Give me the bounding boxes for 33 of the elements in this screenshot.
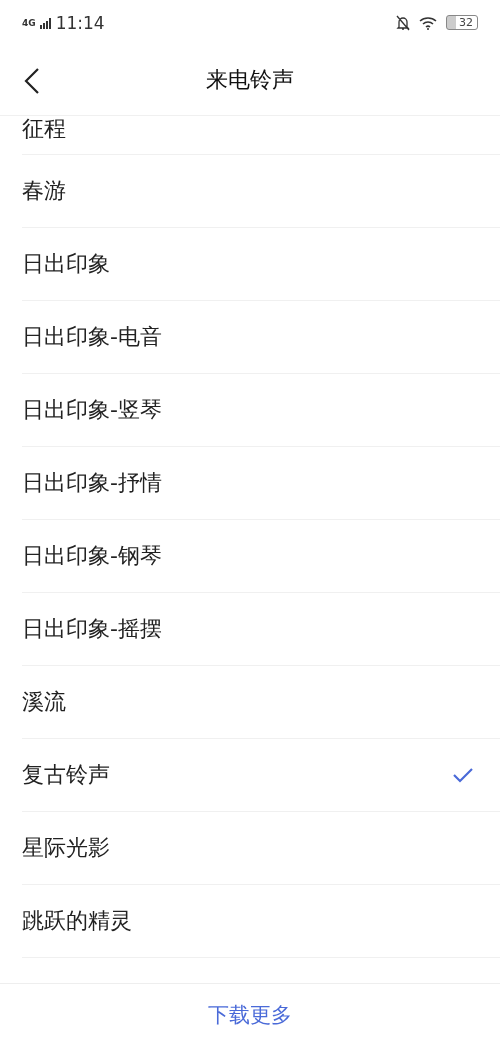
ringtone-name: 日出印象-摇摆 bbox=[22, 616, 162, 642]
ringtone-item[interactable]: 日出印象-摇摆 bbox=[22, 593, 500, 666]
ringtone-item[interactable]: 征程 bbox=[22, 116, 500, 155]
ringtone-item[interactable]: 跳跃的精灵 bbox=[22, 885, 500, 958]
ringtone-name: 溪流 bbox=[22, 689, 66, 715]
ringtone-item[interactable]: 日出印象-抒情 bbox=[22, 447, 500, 520]
ringtone-name: 日出印象-电音 bbox=[22, 324, 162, 350]
ringtone-name: 日出印象-竖琴 bbox=[22, 397, 162, 423]
ringtone-name: 日出印象-钢琴 bbox=[22, 543, 162, 569]
ringtone-item[interactable]: 溪流 bbox=[22, 666, 500, 739]
download-more-link[interactable]: 下载更多 bbox=[204, 997, 296, 1033]
bell-off-icon bbox=[396, 14, 410, 31]
ringtone-name: 征程 bbox=[22, 116, 66, 142]
ringtone-item[interactable]: 星际光影 bbox=[22, 812, 500, 885]
ringtone-item[interactable]: 复古铃声 bbox=[22, 739, 500, 812]
wifi-icon bbox=[418, 15, 438, 30]
ringtone-name: 星际光影 bbox=[22, 835, 110, 861]
ringtone-name: 日出印象 bbox=[22, 251, 110, 277]
battery-level: 32 bbox=[446, 15, 478, 30]
network-label: 4G bbox=[22, 17, 36, 28]
signal-icon bbox=[39, 16, 52, 29]
back-button[interactable] bbox=[22, 67, 42, 95]
page-title: 来电铃声 bbox=[206, 66, 294, 94]
ringtone-name: 日出印象-抒情 bbox=[22, 470, 162, 496]
ringtone-name: 复古铃声 bbox=[22, 762, 110, 788]
ringtone-item[interactable]: 春游 bbox=[22, 155, 500, 228]
ringtone-item[interactable]: 日出印象-竖琴 bbox=[22, 374, 500, 447]
ringtone-item[interactable]: 日出印象 bbox=[22, 228, 500, 301]
ringtone-item[interactable]: 日出印象-钢琴 bbox=[22, 520, 500, 593]
ringtone-name: 春游 bbox=[22, 178, 66, 204]
status-time: 11:14 bbox=[55, 12, 105, 33]
ringtone-name: 跳跃的精灵 bbox=[22, 908, 132, 934]
ringtone-item[interactable]: 日出印象-电音 bbox=[22, 301, 500, 374]
